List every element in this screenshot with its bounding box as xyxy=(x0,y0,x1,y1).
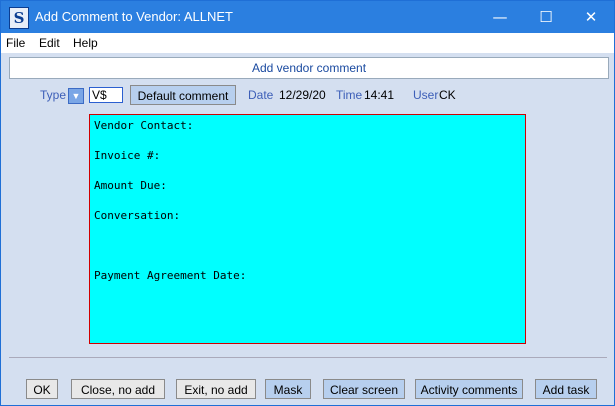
clear-screen-button[interactable]: Clear screen xyxy=(323,379,405,399)
ok-button[interactable]: OK xyxy=(26,379,58,399)
section-header: Add vendor comment xyxy=(9,57,609,79)
activity-comments-button[interactable]: Activity comments xyxy=(415,379,523,399)
close-no-add-button[interactable]: Close, no add xyxy=(71,379,165,399)
user-value: CK xyxy=(439,88,456,102)
type-label: Type xyxy=(40,88,67,102)
close-icon[interactable]: ✕ xyxy=(568,1,614,33)
comment-line: Conversation: xyxy=(94,209,181,222)
user-label: User xyxy=(413,88,439,102)
comment-line: Payment Agreement Date: xyxy=(94,269,247,282)
menu-edit[interactable]: Edit xyxy=(39,36,60,50)
menu-bar: File Edit Help xyxy=(1,33,614,53)
date-label: Date xyxy=(248,88,274,102)
default-comment-button[interactable]: Default comment xyxy=(130,85,236,105)
date-value: 12/29/20 xyxy=(279,88,326,102)
chevron-down-icon[interactable]: ▼ xyxy=(68,88,84,104)
title-bar[interactable]: S Add Comment to Vendor: ALLNET — ☐ ✕ xyxy=(1,1,614,33)
minimize-icon[interactable]: — xyxy=(477,1,523,33)
comment-line: Amount Due: xyxy=(94,179,167,192)
type-input[interactable]: V$ xyxy=(89,87,123,103)
menu-file[interactable]: File xyxy=(6,36,25,50)
exit-no-add-button[interactable]: Exit, no add xyxy=(176,379,256,399)
time-label: Time xyxy=(336,88,363,102)
comment-line: Invoice #: xyxy=(94,149,161,162)
add-task-button[interactable]: Add task xyxy=(535,379,597,399)
window-title: Add Comment to Vendor: ALLNET xyxy=(35,9,233,24)
divider xyxy=(9,357,607,358)
mask-button[interactable]: Mask xyxy=(265,379,311,399)
maximize-icon[interactable]: ☐ xyxy=(523,1,569,33)
app-icon: S xyxy=(9,7,29,29)
comment-line: Vendor Contact: xyxy=(94,119,194,132)
comment-textarea[interactable]: Vendor Contact: Invoice #: Amount Due: C… xyxy=(89,114,526,344)
add-comment-window: S Add Comment to Vendor: ALLNET — ☐ ✕ Fi… xyxy=(0,0,615,406)
time-value: 14:41 xyxy=(364,88,395,102)
menu-help[interactable]: Help xyxy=(73,36,98,50)
